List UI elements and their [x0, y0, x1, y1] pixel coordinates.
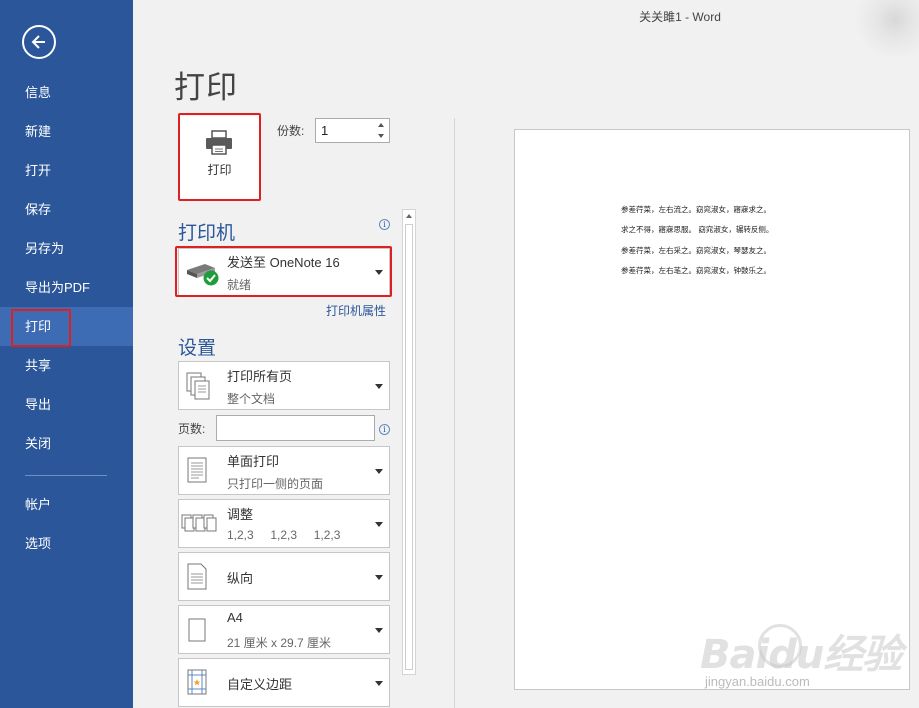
paper-size-title: A4: [227, 610, 243, 625]
copies-stepper[interactable]: 1: [315, 118, 390, 143]
nav-item-share[interactable]: 共享: [0, 346, 133, 385]
baidu-watermark: Baidu经验 jingyan.baidu.com: [700, 612, 910, 702]
scroll-up-icon[interactable]: [406, 214, 412, 218]
printer-properties-link[interactable]: 打印机属性: [326, 302, 386, 319]
backstage-nav: 信息 新建 打开 保存 另存为 导出为PDF 打印 共享 导出 关闭 帐户 选项: [0, 0, 133, 708]
pages-label: 页数:: [178, 422, 206, 436]
nav-item-save[interactable]: 保存: [0, 190, 133, 229]
margins-title: 自定义边距: [227, 677, 293, 692]
print-button-label: 打印: [207, 163, 232, 177]
collate-subtitle: 1,2,3 1,2,3 1,2,3: [227, 528, 341, 542]
preview-line: 求之不得，寤寐思服。 窈窕淑女，辗转反侧。: [621, 225, 774, 234]
print-range-subtitle: 整个文档: [227, 392, 276, 406]
page-title: 打印: [174, 70, 238, 105]
preview-line: 参差荇菜，左右芼之。窈窕淑女，钟鼓乐之。: [621, 266, 771, 275]
nav-item-new[interactable]: 新建: [0, 112, 133, 151]
watermark-url: jingyan.baidu.com: [705, 674, 810, 689]
printer-section-title: 打印机: [178, 223, 236, 244]
settings-scrollbar[interactable]: [402, 209, 416, 675]
printer-icon: [206, 130, 232, 155]
chevron-down-icon: [375, 628, 383, 633]
print-range-title: 打印所有页: [227, 369, 293, 384]
title-decoration: [850, 0, 919, 56]
spin-up-icon[interactable]: [375, 120, 387, 130]
nav-item-export[interactable]: 导出: [0, 385, 133, 424]
spin-down-icon[interactable]: [375, 131, 387, 141]
printer-select[interactable]: 发送至 OneNote 16 就绪: [178, 248, 390, 296]
collate-select[interactable]: 调整 1,2,3 1,2,3 1,2,3: [178, 499, 390, 548]
chevron-down-icon: [375, 469, 383, 474]
info-icon[interactable]: i: [379, 424, 390, 435]
print-range-select[interactable]: 打印所有页 整个文档: [178, 361, 390, 410]
printer-name: 发送至 OneNote 16: [227, 255, 340, 270]
watermark-text: Baidu经验: [700, 632, 902, 678]
scrollbar-thumb[interactable]: [405, 224, 413, 670]
settings-section-title: 设置: [178, 338, 217, 359]
nav-item-info[interactable]: 信息: [0, 73, 133, 112]
pages-icon: [186, 372, 210, 400]
chevron-down-icon: [375, 522, 383, 527]
sides-select[interactable]: 单面打印 只打印一侧的页面: [178, 446, 390, 495]
preview-line: 参差荇菜，左右采之。窈窕淑女，琴瑟友之。: [621, 246, 771, 255]
nav-item-close[interactable]: 关闭: [0, 424, 133, 463]
copies-label: 份数:: [277, 124, 305, 138]
nav-item-save-as[interactable]: 另存为: [0, 229, 133, 268]
pages-input[interactable]: [216, 415, 375, 441]
nav-item-open[interactable]: 打开: [0, 151, 133, 190]
chevron-down-icon: [375, 270, 383, 275]
preview-line: 参差荇菜，左右流之。窈窕淑女，寤寐求之。: [621, 205, 771, 214]
orientation-select[interactable]: 纵向: [178, 552, 390, 601]
collate-icon: [181, 514, 217, 532]
paper-size-subtitle: 21 厘米 x 29.7 厘米: [227, 636, 332, 650]
sides-title: 单面打印: [227, 454, 280, 469]
nav-item-options[interactable]: 选项: [0, 524, 133, 563]
back-arrow-icon[interactable]: [22, 25, 56, 59]
printer-status: 就绪: [227, 278, 252, 292]
orientation-title: 纵向: [227, 571, 254, 586]
print-button[interactable]: 打印: [180, 116, 259, 199]
print-preview-page: 参差荇菜，左右流之。窈窕淑女，寤寐求之。 求之不得，寤寐思服。 窈窕淑女，辗转反…: [514, 129, 910, 690]
collate-title: 调整: [227, 507, 254, 522]
copies-value: 1: [321, 123, 329, 138]
nav-item-export-pdf[interactable]: 导出为PDF: [0, 268, 133, 307]
nav-item-account[interactable]: 帐户: [0, 485, 133, 524]
margins-select[interactable]: 自定义边距: [178, 658, 390, 707]
chevron-down-icon: [375, 681, 383, 686]
onenote-printer-icon: [187, 264, 219, 286]
margins-icon: [187, 669, 207, 695]
sides-subtitle: 只打印一侧的页面: [227, 477, 324, 491]
paper-size-icon: [188, 618, 206, 642]
paper-size-select[interactable]: A4 21 厘米 x 29.7 厘米: [178, 605, 390, 654]
nav-item-print[interactable]: 打印: [0, 307, 133, 346]
chevron-down-icon: [375, 384, 383, 389]
panel-divider: [454, 118, 455, 708]
portrait-icon: [187, 563, 207, 590]
nav-divider: [25, 475, 107, 476]
window-title: 关关雎1 - Word: [639, 10, 721, 24]
chevron-down-icon: [375, 575, 383, 580]
info-icon[interactable]: i: [379, 219, 390, 230]
single-side-icon: [187, 457, 207, 483]
